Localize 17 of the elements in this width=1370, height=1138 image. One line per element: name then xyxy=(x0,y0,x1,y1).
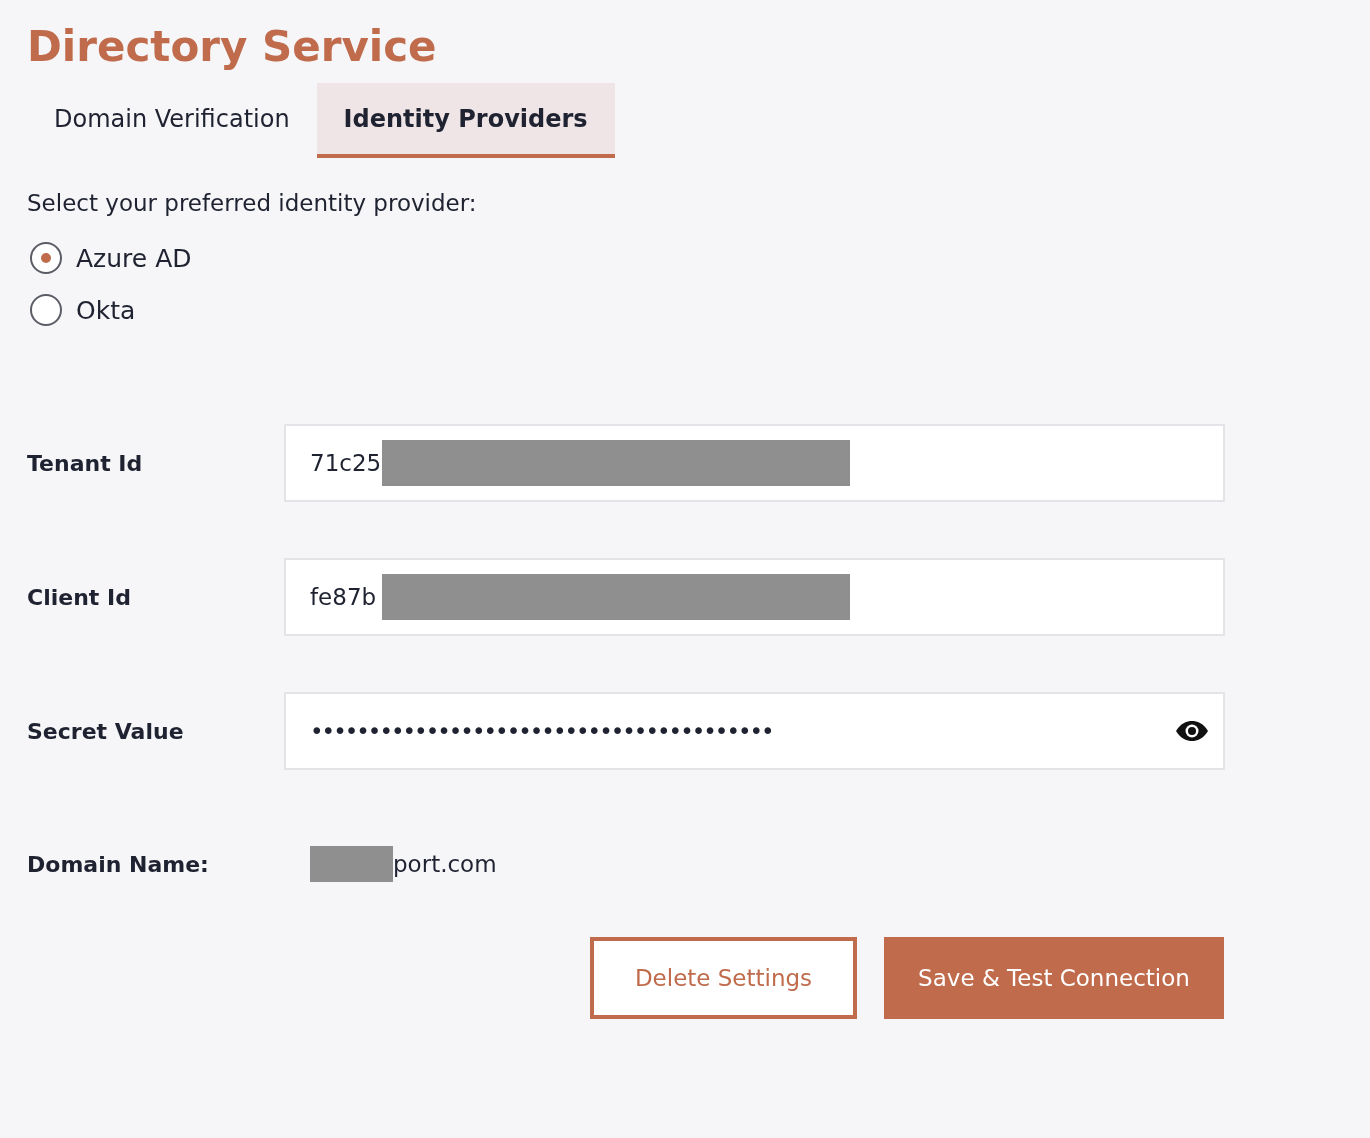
radio-button[interactable] xyxy=(30,242,62,274)
field-label: Domain Name: xyxy=(27,851,210,877)
radio-button[interactable] xyxy=(30,294,62,326)
eye-icon[interactable] xyxy=(1175,720,1209,742)
tab[interactable]: Domain Verification xyxy=(27,83,317,158)
field-label: Client Id xyxy=(27,584,132,610)
save-button[interactable]: Save & Test Connection xyxy=(884,937,1224,1019)
prompt-text: Select your preferred identity provider: xyxy=(27,189,478,218)
radio-label[interactable]: Okta xyxy=(76,295,136,325)
tab[interactable]: Identity Providers xyxy=(316,83,615,158)
domain-value: port.com xyxy=(393,851,497,877)
input-field[interactable]: •••••••••••••••••••••••••••••••••••••••• xyxy=(284,692,1225,770)
page-title: Directory Service xyxy=(27,21,438,73)
field-label: Tenant Id xyxy=(27,450,144,476)
delete-button[interactable]: Delete Settings xyxy=(590,937,857,1019)
radio-label[interactable]: Azure AD xyxy=(76,243,192,273)
field-label: Secret Value xyxy=(27,718,185,744)
